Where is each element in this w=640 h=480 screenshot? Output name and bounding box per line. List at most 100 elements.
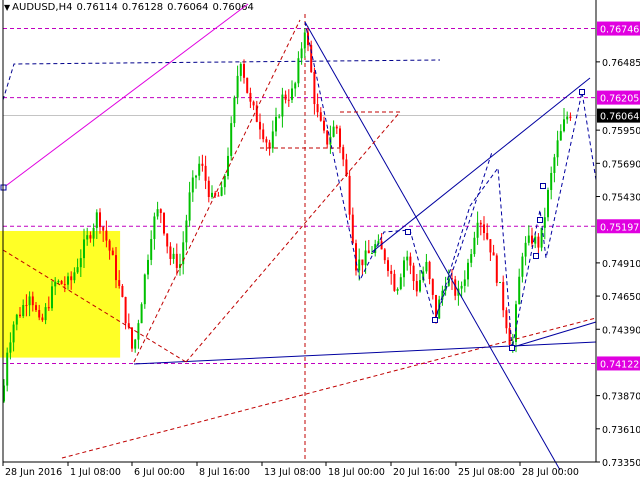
candle-body-132	[425, 261, 428, 272]
candle-body-72	[233, 97, 236, 124]
candle-body-90	[291, 88, 293, 100]
candle-body-67	[217, 195, 220, 197]
candle-body-108	[348, 175, 351, 215]
candle-body-13	[44, 307, 47, 321]
candle-body-60	[195, 175, 197, 178]
zone-2	[0, 230, 121, 358]
wave-path-1	[304, 21, 493, 322]
candle-body-134	[431, 279, 434, 295]
candle-body-120	[387, 260, 389, 271]
candle-body-21	[70, 276, 73, 281]
x-tick-label-4: 13 Jul 08:00	[264, 467, 321, 478]
candle-body-61	[198, 163, 201, 176]
y-tick-label-1: 0.75950	[602, 126, 640, 137]
candle-body-15	[51, 286, 53, 309]
wave-node-3	[533, 253, 539, 259]
candle-body-109	[351, 214, 354, 244]
candle-body-129	[415, 281, 418, 292]
wave-node-4	[537, 217, 543, 223]
wave-node-2	[509, 345, 515, 351]
y-tick-label-4: 0.74910	[602, 259, 640, 270]
candle-body-94	[303, 32, 306, 49]
candle-body-154	[495, 255, 498, 283]
candle-body-84	[271, 131, 274, 149]
candle-body-31	[102, 227, 105, 231]
candle-body-133	[428, 261, 431, 280]
candle-body-64	[207, 180, 210, 198]
candle-body-97	[313, 71, 316, 105]
candle-body-32	[105, 230, 108, 241]
candle-body-147	[473, 237, 476, 255]
candle-body-119	[383, 249, 386, 261]
candle-body-144	[463, 279, 466, 286]
candle-body-173	[556, 140, 559, 158]
candle-body-115	[371, 253, 373, 255]
candle-body-165	[531, 235, 533, 244]
candle-body-1	[6, 352, 9, 386]
red-channel-lower	[61, 317, 597, 459]
candle-body-78	[252, 101, 255, 106]
candle-body-175	[563, 119, 565, 132]
candle-body-42	[137, 323, 140, 340]
candle-body-148	[476, 222, 479, 238]
y-tick-label-7: 0.73870	[602, 392, 640, 403]
x-tick-label-3: 8 Jul 16:00	[199, 467, 250, 478]
candle-body-81	[262, 129, 265, 140]
x-tick-label-1: 1 Jul 08:00	[70, 467, 121, 478]
x-tick-label-0: 28 Jun 2016	[5, 467, 62, 478]
candle-body-126	[406, 256, 409, 261]
candle-body-150	[483, 224, 485, 234]
blue-falling-line	[304, 21, 561, 471]
candle-body-152	[489, 239, 492, 253]
candle-body-25	[83, 239, 85, 259]
candle-body-2	[9, 342, 12, 353]
candle-body-14	[47, 307, 50, 309]
candle-body-45	[147, 259, 149, 275]
candle-body-146	[470, 254, 473, 263]
candle-body-75	[243, 64, 245, 78]
candle-body-46	[150, 239, 153, 260]
candle-body-50	[163, 212, 165, 234]
candle-body-40	[131, 327, 133, 349]
candle-body-105	[339, 128, 341, 148]
candle-body-26	[86, 235, 89, 240]
current-price-label: 0.76064	[600, 112, 639, 123]
candle-body-35	[115, 255, 117, 281]
candle-body-128	[412, 265, 415, 282]
candle-body-28	[92, 228, 95, 239]
candle-body-8	[28, 296, 31, 306]
candle-body-122	[393, 273, 396, 291]
level-label-2: 0.75197	[600, 222, 639, 233]
candle-body-54	[175, 253, 178, 268]
candle-body-44	[143, 274, 146, 305]
candle-body-82	[265, 139, 268, 143]
candle-body-69	[223, 176, 226, 188]
candle-body-162	[521, 256, 524, 277]
y-tick-label-2: 0.75690	[602, 159, 640, 170]
candle-body-99	[319, 112, 322, 121]
candle-body-93	[300, 48, 303, 59]
candle-body-112	[361, 259, 364, 266]
zones-layer	[0, 230, 121, 358]
candle-body-62	[201, 163, 204, 166]
candle-body-5	[19, 314, 21, 317]
candle-body-16	[54, 281, 57, 287]
candle-body-98	[316, 104, 319, 113]
wave-node-5	[540, 183, 546, 189]
candle-body-27	[89, 235, 92, 239]
candle-body-155	[499, 282, 501, 284]
y-tick-label-3: 0.75430	[602, 193, 640, 204]
candle-body-164	[527, 235, 530, 243]
level-label-1: 0.76205	[600, 94, 639, 105]
price-chart[interactable]: 0.76485 0.75950 0.75690 0.75430 0.74910 0.746…	[0, 0, 640, 480]
candle-body-53	[172, 253, 175, 259]
candle-body-171	[550, 172, 553, 190]
candle-body-11	[38, 310, 41, 318]
candle-body-3	[12, 324, 15, 343]
candle-body-163	[524, 242, 527, 257]
candle-body-74	[239, 64, 242, 76]
y-tick-label-6: 0.74390	[602, 325, 640, 336]
wave-node-1	[432, 317, 438, 323]
candle-body-174	[559, 131, 562, 141]
candle-body-6	[22, 305, 25, 317]
